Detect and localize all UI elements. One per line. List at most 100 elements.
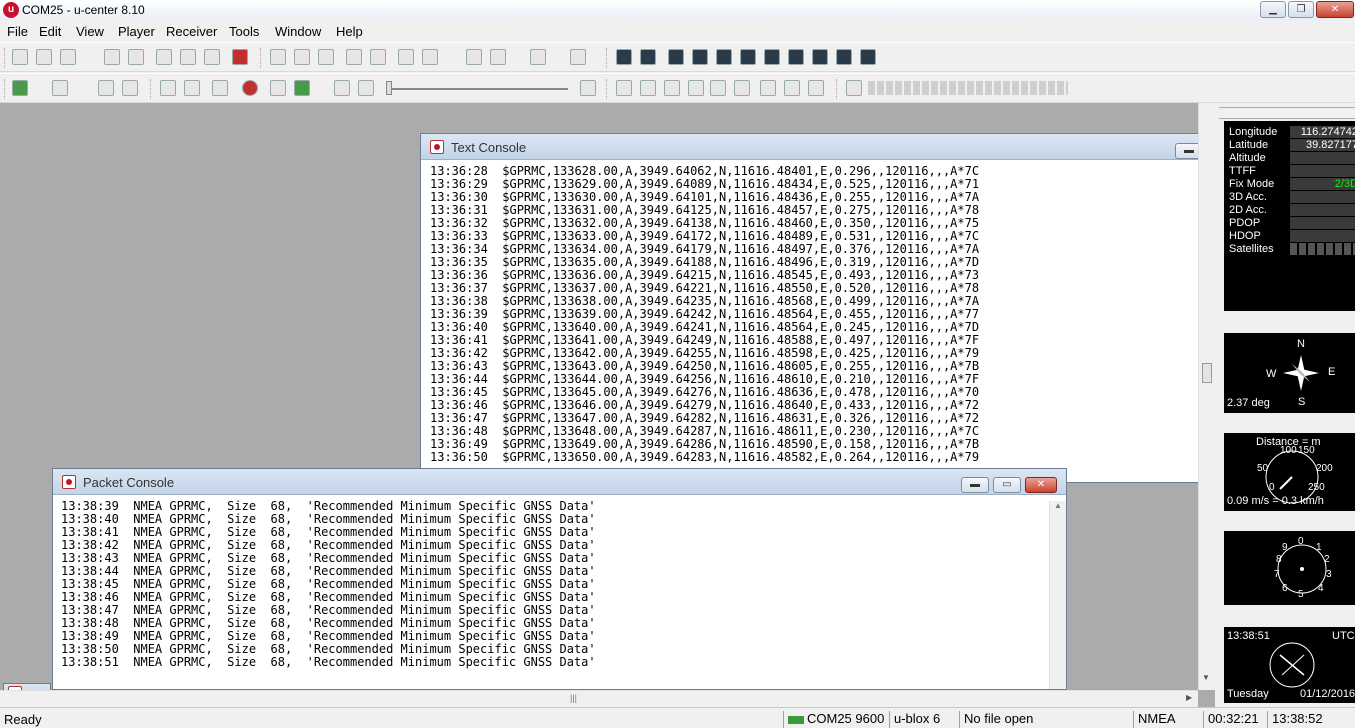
poll-all-icon[interactable]: [734, 80, 750, 96]
text-console-output: 13:36:28 $GPRMC,133628.00,A,3949.64062,N…: [430, 165, 979, 464]
autobaud-icon[interactable]: [98, 80, 114, 96]
poll-icon[interactable]: [688, 80, 704, 96]
u-center-logo-icon: u: [3, 2, 19, 18]
status-port[interactable]: COM25 9600: [783, 711, 887, 728]
skip-end-icon[interactable]: [580, 80, 596, 96]
gear-reset-icon[interactable]: [808, 80, 824, 96]
eject-icon[interactable]: [160, 80, 176, 96]
latitude-value: 39.827177: [1290, 139, 1355, 151]
new-file-icon[interactable]: [12, 49, 28, 65]
packet-console-scrollbar[interactable]: ▲: [1049, 501, 1066, 689]
menu-bar: File Edit View Player Receiver Tools Win…: [0, 21, 1355, 41]
satellites-bars: [1290, 243, 1355, 255]
menu-player[interactable]: Player: [118, 24, 155, 39]
view-binary-console-icon[interactable]: [668, 49, 684, 65]
packet-console-titlebar[interactable]: Packet Console ▬ ▭ ✕: [53, 469, 1066, 495]
text-console-titlebar[interactable]: Text Console ▬: [421, 134, 1203, 160]
mdi-vertical-scrollbar[interactable]: ▼: [1198, 103, 1215, 690]
copy-icon[interactable]: [180, 49, 196, 65]
config-icon[interactable]: [318, 49, 334, 65]
close-button[interactable]: ✕: [1316, 1, 1354, 18]
view-chart-icon[interactable]: [716, 49, 732, 65]
record-icon[interactable]: [242, 80, 258, 96]
docking-icon[interactable]: [270, 49, 286, 65]
window-tile-icon[interactable]: [346, 49, 362, 65]
statistics-icon[interactable]: [398, 49, 414, 65]
scroll-right-icon[interactable]: ▶: [1186, 693, 1192, 702]
maximize-button[interactable]: ❐: [1288, 1, 1314, 18]
connection-icon[interactable]: [12, 80, 28, 96]
menu-file[interactable]: File: [7, 24, 28, 39]
baudrate-icon[interactable]: [52, 80, 68, 96]
playback-slider-thumb[interactable]: [386, 81, 392, 95]
coldstart-icon[interactable]: [664, 80, 680, 96]
console-icon: [62, 475, 76, 489]
view-gauge-icon[interactable]: [860, 49, 876, 65]
poll-multi-icon[interactable]: [710, 80, 726, 96]
gear-save-icon[interactable]: [784, 80, 800, 96]
menu-edit[interactable]: Edit: [39, 24, 61, 39]
globe-icon[interactable]: [466, 49, 482, 65]
play-icon[interactable]: [294, 80, 310, 96]
compass-w: W: [1266, 368, 1277, 380]
view-text-console-icon[interactable]: [616, 49, 632, 65]
view-sky-icon[interactable]: [788, 49, 804, 65]
playback-slider[interactable]: [388, 88, 568, 90]
warmstart-icon[interactable]: [640, 80, 656, 96]
clock-date: 01/12/2016: [1300, 688, 1355, 700]
compass-heading: 2.37 deg: [1227, 397, 1270, 409]
scroll-thumb[interactable]: [1202, 363, 1212, 383]
compass-s: S: [1298, 396, 1306, 408]
view-messages-icon[interactable]: [692, 49, 708, 65]
altimeter-view: 0 1 2 3 4 5 6 7 8 9: [1224, 531, 1355, 605]
minimize-button[interactable]: ▁: [1260, 1, 1286, 18]
view-clock-icon[interactable]: [836, 49, 852, 65]
debug-icon[interactable]: [122, 80, 138, 96]
edit-icon[interactable]: [36, 49, 52, 65]
aiding-icon[interactable]: [846, 80, 862, 96]
rewind-icon[interactable]: [358, 80, 374, 96]
view-compass-icon[interactable]: [812, 49, 828, 65]
scroll-down-icon[interactable]: ▼: [1202, 673, 1210, 682]
open-folder-icon[interactable]: [60, 49, 76, 65]
paste-icon[interactable]: [204, 49, 220, 65]
view-deviation-icon[interactable]: [740, 49, 756, 65]
console-icon: [430, 140, 444, 154]
clock-view: 13:38:51 UTC Tuesday 01/12/2016: [1224, 627, 1355, 703]
menu-window[interactable]: Window: [275, 24, 321, 39]
mdi-horizontal-scrollbar[interactable]: ||| ▶: [0, 690, 1198, 707]
window-cascade-icon[interactable]: [370, 49, 386, 65]
table-icon[interactable]: [422, 49, 438, 65]
pause-icon[interactable]: [212, 80, 228, 96]
histogram-icon[interactable]: [570, 49, 586, 65]
menu-tools[interactable]: Tools: [229, 24, 259, 39]
clear-icon[interactable]: [232, 49, 248, 65]
map-icon[interactable]: [490, 49, 506, 65]
menu-view[interactable]: View: [76, 24, 104, 39]
chart-icon[interactable]: [530, 49, 546, 65]
fixmode-value: 2/3D: [1290, 178, 1355, 190]
compass-view: N S E W 2.37 deg: [1224, 333, 1355, 413]
stop-icon[interactable]: [184, 80, 200, 96]
print-icon[interactable]: [104, 49, 120, 65]
acc2d-value: [1290, 204, 1355, 216]
fast-forward-icon[interactable]: [334, 80, 350, 96]
menu-help[interactable]: Help: [336, 24, 363, 39]
window-title: COM25 - u-center 8.10: [22, 3, 145, 17]
gear-icon[interactable]: [760, 80, 776, 96]
settings-icon[interactable]: [294, 49, 310, 65]
clock-day: Tuesday: [1227, 688, 1269, 700]
packet-console-minimize-button[interactable]: ▬: [961, 477, 989, 493]
step-forward-icon[interactable]: [270, 80, 286, 96]
speedometer-view: Distance = m 100 150 50 200 0 250 0.09 m…: [1224, 433, 1355, 511]
menu-receiver[interactable]: Receiver: [166, 24, 217, 39]
print-preview-icon[interactable]: [128, 49, 144, 65]
packet-console-maximize-button[interactable]: ▭: [993, 477, 1021, 493]
packet-console-close-button[interactable]: ✕: [1025, 477, 1057, 493]
ttff-label: TTFF: [1229, 165, 1256, 177]
hotstart-icon[interactable]: [616, 80, 632, 96]
view-table-icon[interactable]: [764, 49, 780, 65]
view-packet-console-icon[interactable]: [640, 49, 656, 65]
text-console-title: Text Console: [451, 140, 527, 155]
cut-icon[interactable]: [156, 49, 172, 65]
